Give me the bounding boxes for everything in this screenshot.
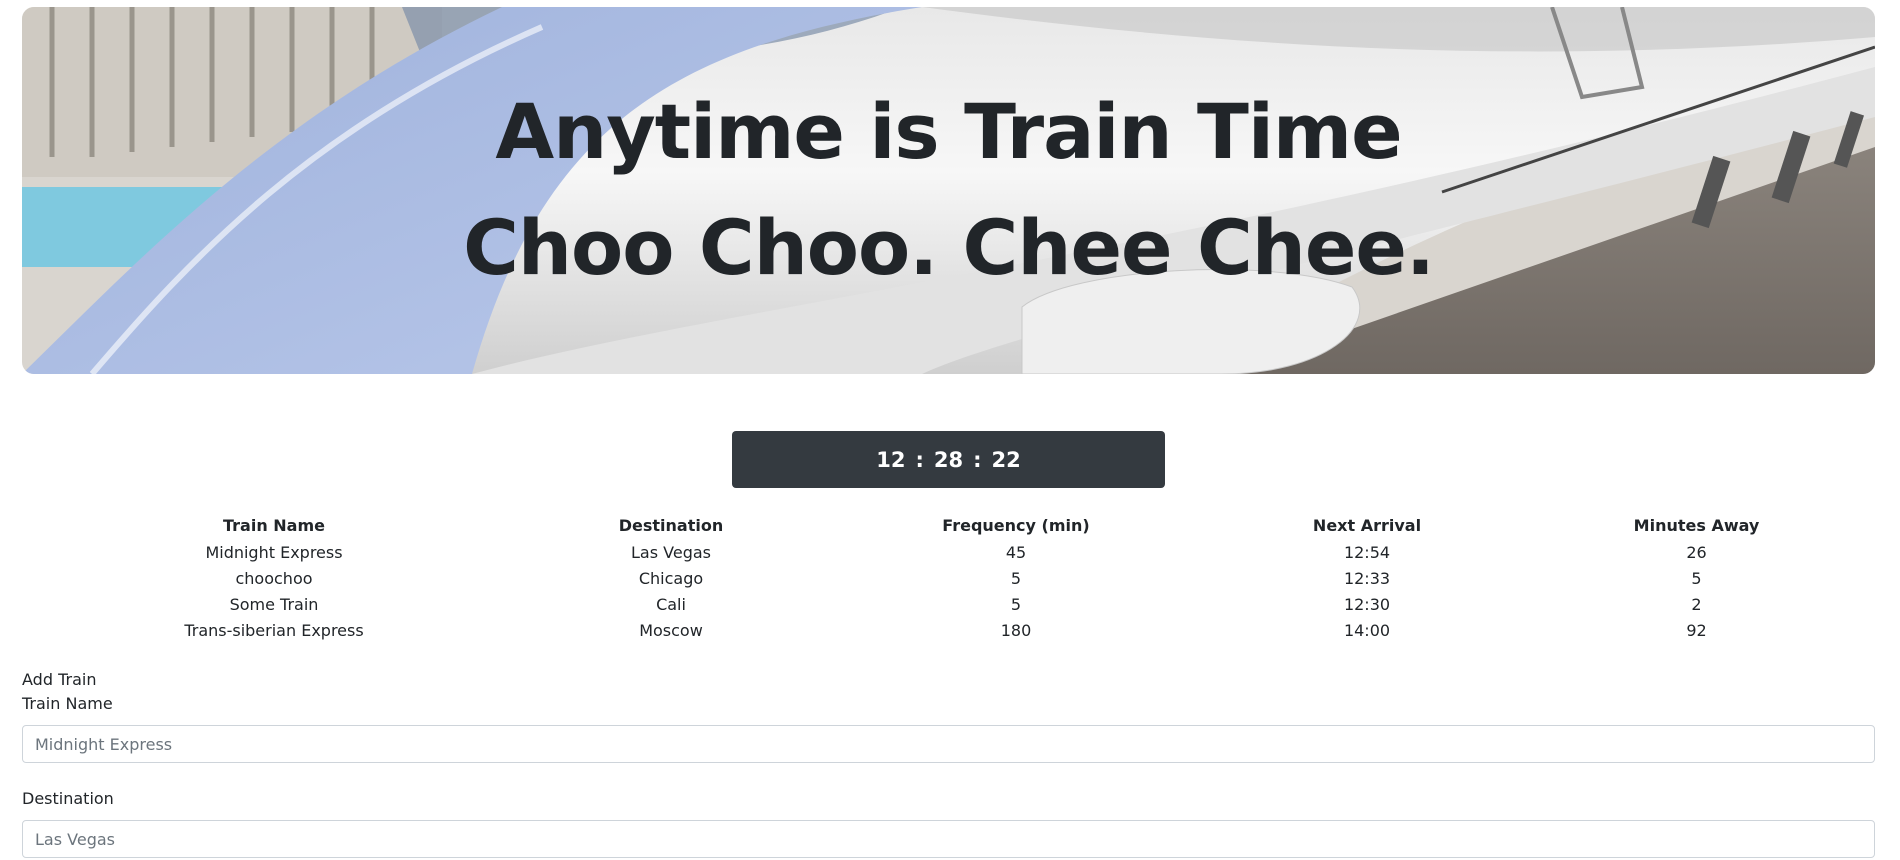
cell-destination: Cali: [656, 594, 686, 614]
cell-minutes-away: 26: [1686, 542, 1707, 562]
destination-input[interactable]: [22, 820, 1875, 858]
clock-minutes: 28: [933, 447, 964, 472]
clock-separator: :: [973, 447, 982, 472]
cell-frequency: 45: [1005, 542, 1027, 562]
cell-train-name: choochoo: [235, 568, 313, 588]
cell-frequency: 5: [1010, 568, 1022, 588]
train-photo: [22, 7, 1875, 374]
clock-hours: 12: [876, 447, 906, 472]
form-title: Add Train: [22, 670, 97, 689]
current-time-display: 12 : 28 : 22: [732, 431, 1165, 488]
cell-frequency: 5: [1010, 594, 1022, 614]
cell-train-name: Trans-siberian Express: [184, 620, 364, 640]
hero-banner: Anytime is Train Time Choo Choo. Chee Ch…: [22, 7, 1875, 374]
col-header-next-arrival: Next Arrival: [1312, 516, 1422, 535]
cell-next-arrival: 14:00: [1343, 620, 1391, 640]
cell-minutes-away: 92: [1686, 620, 1707, 640]
cell-destination: Chicago: [638, 568, 704, 588]
cell-frequency: 180: [1000, 620, 1032, 640]
cell-next-arrival: 12:33: [1343, 568, 1391, 588]
train-schedule-table: Train Name Destination Frequency (min) N…: [22, 512, 1875, 643]
cell-destination: Las Vegas: [631, 542, 711, 562]
destination-label: Destination: [22, 789, 114, 808]
table-header-row: Train Name Destination Frequency (min) N…: [22, 512, 1875, 539]
cell-next-arrival: 12:54: [1343, 542, 1391, 562]
clock-separator: :: [915, 447, 924, 472]
table-row: Some Train Cali 5 12:30 2: [22, 591, 1875, 617]
cell-next-arrival: 12:30: [1343, 594, 1391, 614]
table-row: Trans-siberian Express Moscow 180 14:00 …: [22, 617, 1875, 643]
add-train-form: Add Train Train Name Destination: [22, 668, 1875, 858]
cell-minutes-away: 5: [1691, 568, 1702, 588]
col-header-destination: Destination: [618, 516, 724, 535]
cell-train-name: Some Train: [229, 594, 319, 614]
cell-minutes-away: 2: [1691, 594, 1702, 614]
col-header-minutes-away: Minutes Away: [1633, 516, 1760, 535]
hero-title: Anytime is Train Time: [495, 87, 1402, 176]
train-name-input[interactable]: [22, 725, 1875, 763]
table-row: Midnight Express Las Vegas 45 12:54 26: [22, 539, 1875, 565]
cell-train-name: Midnight Express: [205, 542, 343, 562]
col-header-train-name: Train Name: [223, 516, 325, 535]
col-header-frequency: Frequency (min): [942, 516, 1090, 535]
hero-subtitle: Choo Choo. Chee Chee.: [463, 203, 1435, 292]
cell-destination: Moscow: [639, 620, 703, 640]
clock-seconds: 22: [991, 447, 1021, 472]
train-name-label: Train Name: [22, 694, 113, 713]
table-row: choochoo Chicago 5 12:33 5: [22, 565, 1875, 591]
